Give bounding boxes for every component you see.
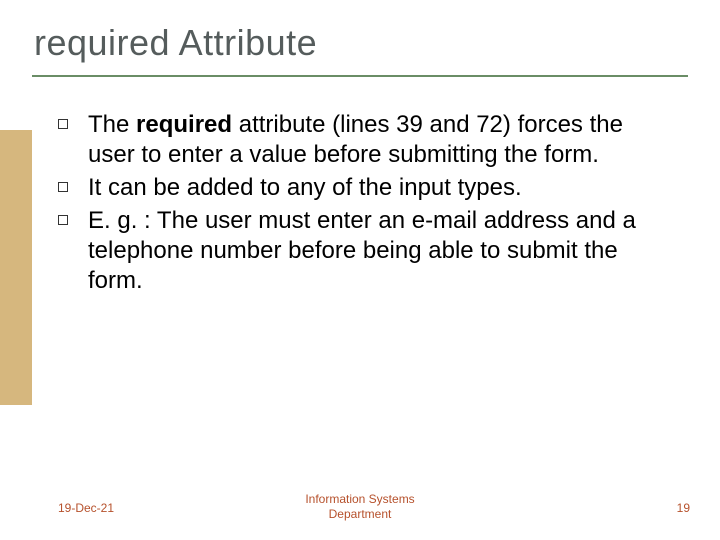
- footer-center-line1: Information Systems: [305, 492, 414, 506]
- list-item: The required attribute (lines 39 and 72)…: [52, 110, 672, 170]
- text-suffix: E. g. : The user must enter an e-mail ad…: [88, 207, 636, 294]
- bullet-text: The required attribute (lines 39 and 72)…: [88, 111, 623, 168]
- slide: required Attribute The required attribut…: [0, 0, 720, 540]
- title-underline: [32, 75, 688, 77]
- square-bullet-icon: [58, 215, 68, 225]
- slide-title: required Attribute: [34, 22, 317, 64]
- square-bullet-icon: [58, 119, 68, 129]
- footer-center-line2: Department: [329, 507, 392, 521]
- bullet-text: It can be added to any of the input type…: [88, 174, 522, 201]
- bullet-text: E. g. : The user must enter an e-mail ad…: [88, 207, 636, 294]
- text-prefix: The: [88, 111, 136, 138]
- content-area: The required attribute (lines 39 and 72)…: [52, 110, 672, 299]
- list-item: E. g. : The user must enter an e-mail ad…: [52, 206, 672, 296]
- text-suffix: It can be added to any of the input type…: [88, 174, 522, 201]
- square-bullet-icon: [58, 182, 68, 192]
- text-strong: required: [136, 111, 232, 138]
- list-item: It can be added to any of the input type…: [52, 173, 672, 203]
- footer-page-number: 19: [677, 501, 690, 515]
- accent-sidebar: [0, 130, 32, 405]
- footer-center: Information Systems Department: [0, 492, 720, 522]
